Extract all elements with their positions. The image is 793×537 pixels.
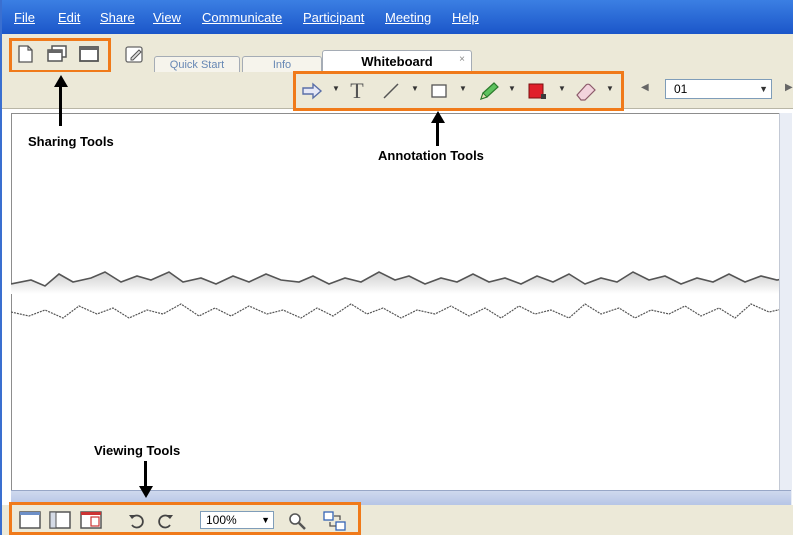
annotate-icon[interactable] <box>124 44 146 66</box>
viewing-tools-arrowhead <box>139 486 153 498</box>
menu-participant[interactable]: Participant <box>303 10 364 25</box>
menu-share[interactable]: Share <box>100 10 135 25</box>
annotation-tools-arrow <box>436 122 439 146</box>
sharing-tools-label: Sharing Tools <box>28 134 114 149</box>
menu-file[interactable]: File <box>14 10 35 25</box>
menu-view[interactable]: View <box>153 10 181 25</box>
menu-help[interactable]: Help <box>452 10 479 25</box>
viewing-tools-callout <box>9 502 361 535</box>
torn-page-divider <box>11 271 787 319</box>
sharing-tools-callout <box>9 38 111 73</box>
page-select-dropdown-icon[interactable]: ▼ <box>759 80 768 98</box>
viewing-tools-label: Viewing Tools <box>94 443 181 458</box>
menu-communicate[interactable]: Communicate <box>202 10 282 25</box>
menu-meeting[interactable]: Meeting <box>385 10 431 25</box>
menu-bar: File Edit Share View Communicate Partici… <box>2 0 793 34</box>
menu-edit[interactable]: Edit <box>58 10 80 25</box>
annotation-tools-label: Annotation Tools <box>378 148 484 163</box>
page-select[interactable]: 01 ▼ <box>665 79 772 99</box>
next-page-icon[interactable]: ▶ <box>785 82 793 93</box>
vertical-scrollbar[interactable] <box>779 113 792 505</box>
close-tab-icon[interactable]: × <box>459 49 465 71</box>
viewing-tools-arrow <box>144 461 147 487</box>
annotation-tools-callout <box>293 71 624 111</box>
sharing-tools-arrow <box>59 86 62 126</box>
tab-whiteboard-label: Whiteboard <box>361 54 433 69</box>
page-select-value: 01 <box>674 82 688 96</box>
previous-page-icon[interactable]: ◀ <box>641 82 649 93</box>
app-window: File Edit Share View Communicate Partici… <box>0 0 793 535</box>
